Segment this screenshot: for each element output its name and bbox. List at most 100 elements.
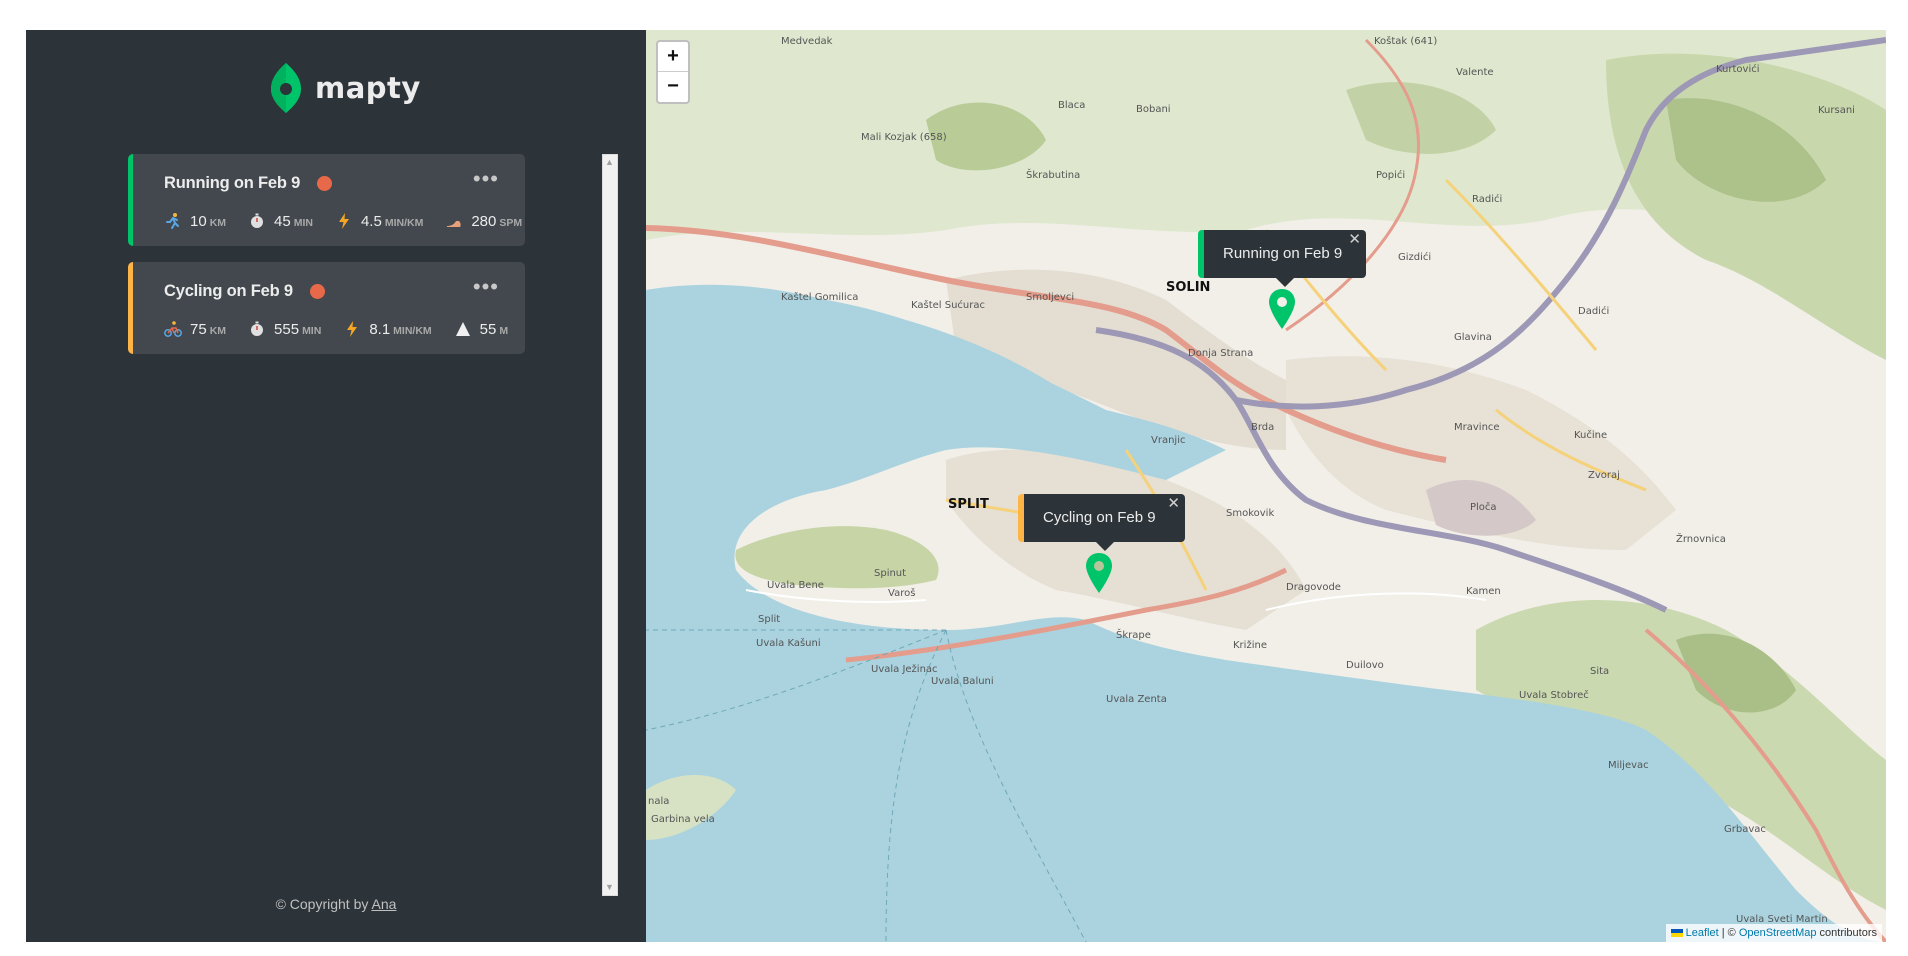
zoom-in-button[interactable]: + xyxy=(658,42,688,72)
map-label-uvala-zenta: Uvala Zenta xyxy=(1106,694,1167,705)
map-label-skrabutina: Škrabutina xyxy=(1026,170,1081,181)
popup-cycling-text: Cycling on Feb 9 xyxy=(1043,509,1156,526)
workout-duration-value: 555 xyxy=(274,320,300,338)
map-label-zrnovnica: Žrnovnica xyxy=(1676,534,1726,545)
zoom-out-button[interactable]: − xyxy=(658,72,688,101)
sidebar: mapty Running on Feb 9 ••• 10 KM 45 MIN … xyxy=(26,30,646,942)
popup-tip xyxy=(1276,278,1294,287)
workout-duration-unit: MIN xyxy=(293,216,313,229)
map-label-glavina: Glavina xyxy=(1454,332,1492,343)
stopwatch-icon xyxy=(251,213,264,228)
workout-card-cycling[interactable]: Cycling on Feb 9 ••• 75 KM 555 MIN 8.1 M… xyxy=(128,262,525,354)
leaflet-link[interactable]: Leaflet xyxy=(1686,927,1719,939)
map-label-spinut: Spinut xyxy=(874,568,907,579)
attribution-separator: | © xyxy=(1718,927,1739,939)
workout-status-dot xyxy=(309,284,325,299)
map-label-radici: Radići xyxy=(1472,194,1503,205)
map-label-kastel-gomilica: Kaštel Gomilica xyxy=(781,292,859,303)
map-marker-cycling-icon[interactable] xyxy=(1086,553,1112,593)
map-label-uvala-jezinac: Uvala Ježinac xyxy=(871,664,938,675)
map-label-ploca: Ploča xyxy=(1470,502,1497,513)
lightning-icon xyxy=(347,321,358,337)
workout-details: 10 KM 45 MIN 4.5 MIN/KM 280 SPM xyxy=(164,210,525,230)
map-marker-running-icon[interactable] xyxy=(1269,289,1295,329)
workout-duration: 45 MIN xyxy=(248,212,313,230)
workout-title: Cycling on Feb 9 xyxy=(164,282,525,301)
workout-cadence: 280 SPM xyxy=(445,212,522,230)
popup-running[interactable]: Running on Feb 9 ✕ xyxy=(1198,230,1366,287)
author-link[interactable]: Ana xyxy=(372,896,397,912)
workout-distance-value: 10 xyxy=(190,212,207,230)
workout-distance-unit: KM xyxy=(209,324,227,337)
workout-title-text: Cycling on Feb 9 xyxy=(164,282,293,300)
map-label-sita: Sita xyxy=(1590,666,1610,677)
workout-distance-value: 75 xyxy=(190,320,207,338)
map-label-varos: Varoš xyxy=(888,588,916,599)
attribution-contributors: contributors xyxy=(1816,927,1877,939)
workouts-scrollbar[interactable]: ▲ ▼ xyxy=(602,154,618,896)
workout-distance: 10 KM xyxy=(164,212,226,230)
workout-status-dot xyxy=(317,176,333,191)
map-label-brda: Brda xyxy=(1251,422,1275,433)
app: mapty Running on Feb 9 ••• 10 KM 45 MIN … xyxy=(26,30,1886,942)
workout-speed-value: 8.1 xyxy=(369,320,391,338)
mountain-icon xyxy=(455,322,470,336)
popup-close-icon[interactable]: ✕ xyxy=(1167,480,1180,528)
map-label-mali-kozjak: Mali Kozjak (658) xyxy=(861,132,947,143)
stopwatch-icon xyxy=(251,321,264,336)
map-label-zvoraj: Zvoraj xyxy=(1588,470,1620,481)
map-pin-logo-icon xyxy=(271,63,301,113)
map-label-miljevac: Miljevac xyxy=(1608,760,1649,771)
workout-distance: 75 KM xyxy=(164,320,226,338)
workout-title: Running on Feb 9 xyxy=(164,174,525,193)
workout-distance-unit: KM xyxy=(209,216,227,229)
workout-cadence-value: 280 xyxy=(471,212,497,230)
copyright: © Copyright by Ana xyxy=(26,896,646,912)
map-label-popici: Popići xyxy=(1376,170,1406,181)
workout-menu-button[interactable]: ••• xyxy=(473,168,499,190)
workout-details: 75 KM 555 MIN 8.1 MIN/KM 55 M xyxy=(164,318,525,338)
map-label-uvala-baluni: Uvala Baluni xyxy=(931,676,994,687)
map-label-smoljevci: Smoljevci xyxy=(1026,292,1075,303)
workout-pace-unit: MIN/KM xyxy=(384,216,424,229)
popup-close-icon[interactable]: ✕ xyxy=(1348,216,1361,264)
map-label-garbina-vela: Garbina vela xyxy=(651,814,715,825)
workout-title-text: Running on Feb 9 xyxy=(164,174,301,192)
map-label-dadici: Dadići xyxy=(1578,306,1610,317)
popup-cycling[interactable]: Cycling on Feb 9 ✕ xyxy=(1018,494,1185,551)
map-label-duilovo: Duilovo xyxy=(1346,660,1384,671)
workout-card-running[interactable]: Running on Feb 9 ••• 10 KM 45 MIN 4.5 MI… xyxy=(128,154,525,246)
map-label-kucine: Kučine xyxy=(1574,430,1608,441)
map[interactable]: SOLIN SPLIT Medvedak Blaca Bobani Mali K… xyxy=(646,30,1886,942)
map-label-blaca: Blaca xyxy=(1058,100,1086,111)
workout-elevation: 55 M xyxy=(454,320,508,338)
workouts-list: Running on Feb 9 ••• 10 KM 45 MIN 4.5 MI… xyxy=(128,154,525,894)
copyright-text: © Copyright by xyxy=(275,896,372,912)
workout-elevation-unit: M xyxy=(499,324,509,337)
scroll-up-arrow-icon[interactable]: ▲ xyxy=(605,158,614,167)
map-attribution: Leaflet | © OpenStreetMap contributors xyxy=(1665,924,1882,942)
map-label-medvedak: Medvedak xyxy=(781,36,833,47)
workout-menu-button[interactable]: ••• xyxy=(473,276,499,298)
map-label-smokovik: Smokovik xyxy=(1226,508,1275,519)
osm-link[interactable]: OpenStreetMap xyxy=(1739,927,1817,939)
map-label-kastel-sucurac: Kaštel Sućurac xyxy=(911,300,986,311)
map-label-nala: nala xyxy=(648,796,670,807)
running-icon xyxy=(166,213,179,229)
lightning-icon xyxy=(338,213,349,229)
map-label-split-small: Split xyxy=(758,614,781,625)
map-label-uvala-bene: Uvala Bene xyxy=(767,580,824,591)
map-label-split: SPLIT xyxy=(948,497,989,512)
ukraine-flag-icon xyxy=(1670,929,1683,938)
workout-pace: 4.5 MIN/KM xyxy=(335,212,423,230)
map-label-uvala-stobrec: Uvala Stobreč xyxy=(1519,690,1589,701)
cycling-icon xyxy=(164,321,182,337)
workout-elevation-value: 55 xyxy=(479,320,497,338)
map-label-donja-strana: Donja Strana xyxy=(1188,348,1254,359)
workout-pace-value: 4.5 xyxy=(360,212,382,230)
map-tiles xyxy=(646,30,1886,942)
app-name: mapty xyxy=(315,71,421,105)
footprint-icon xyxy=(447,221,461,227)
map-label-gizdici: Gizdići xyxy=(1398,252,1432,263)
scroll-down-arrow-icon[interactable]: ▼ xyxy=(605,883,614,892)
